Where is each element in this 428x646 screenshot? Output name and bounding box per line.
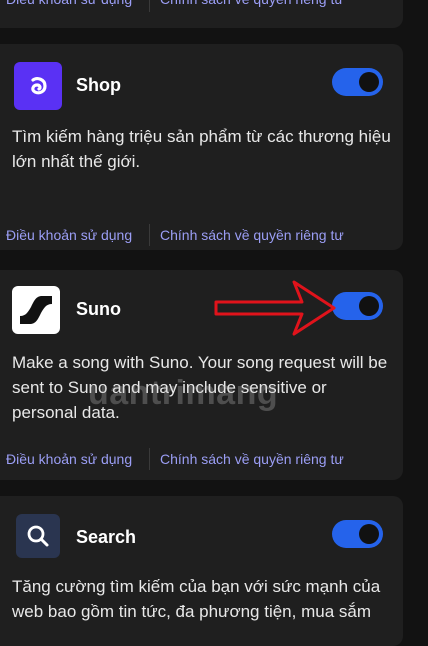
app-name: Suno (76, 299, 121, 319)
search-enable-toggle[interactable] (332, 520, 383, 548)
terms-link[interactable]: Điều khoản sử dụng (6, 451, 132, 467)
app-name: Shop (76, 75, 121, 95)
terms-link[interactable]: Điều khoản sử dụng (6, 227, 132, 243)
app-card-header: Shop (14, 62, 394, 110)
shop-enable-toggle[interactable] (332, 68, 383, 96)
annotation-arrow-icon (214, 280, 336, 336)
app-card-search: Search Tăng cường tìm kiếm của bạn với s… (0, 496, 403, 646)
terms-link[interactable]: Điều khoản sử dụng (6, 0, 132, 7)
app-name: Search (76, 527, 137, 547)
search-icon (16, 514, 60, 558)
app-card-header: Search (14, 514, 394, 562)
app-card-footer: Điều khoản sử dụng Chính sách về quyền r… (0, 440, 403, 480)
app-description: Tìm kiếm hàng triệu sản phẩm từ các thươ… (12, 127, 391, 171)
privacy-link[interactable]: Chính sách về quyền riêng tư (160, 227, 344, 243)
privacy-link[interactable]: Chính sách về quyền riêng tư (160, 451, 344, 467)
app-card-footer: Điều khoản sử dụng Chính sách về quyền r… (0, 216, 403, 256)
footer-divider (149, 448, 150, 470)
footer-divider (149, 224, 150, 246)
toggle-knob (359, 296, 379, 316)
previous-app-card: Điều khoản sử dụng Chính sách về quyền r… (0, 0, 403, 28)
watermark-text: uantrimang (88, 374, 279, 412)
app-description: Tăng cường tìm kiếm của bạn với sức mạnh… (12, 577, 381, 621)
suno-wave-icon (12, 286, 60, 334)
footer-divider (149, 0, 150, 12)
shop-icon (14, 62, 62, 110)
app-card-shop: Shop Tìm kiếm hàng triệu sản phẩm từ các… (0, 44, 403, 250)
toggle-knob (359, 524, 379, 544)
previous-card-footer: Điều khoản sử dụng Chính sách về quyền r… (0, 0, 403, 30)
privacy-link[interactable]: Chính sách về quyền riêng tư (160, 0, 344, 7)
toggle-knob (359, 72, 379, 92)
watermark: uantrimang (88, 374, 278, 413)
